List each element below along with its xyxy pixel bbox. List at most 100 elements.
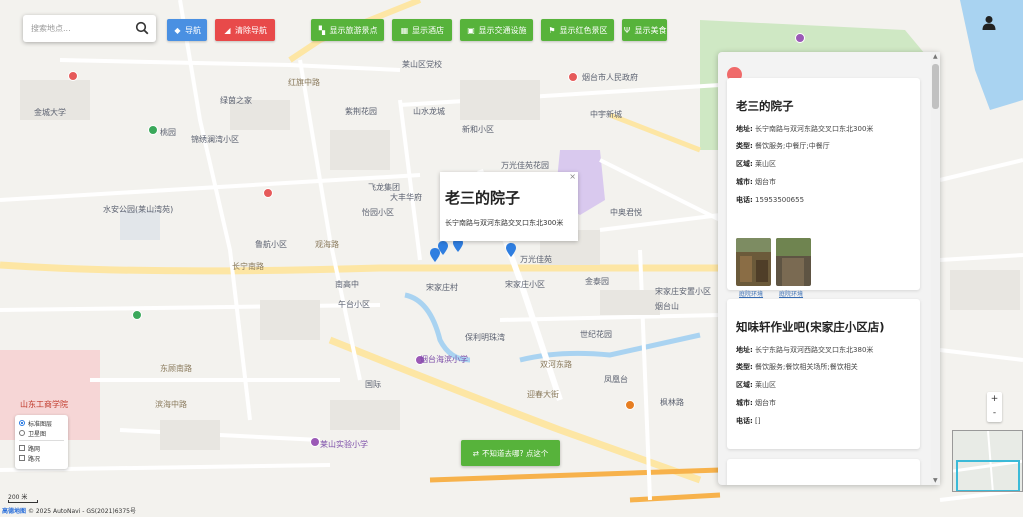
map-label: 南高中 <box>335 280 359 289</box>
photo-caption[interactable]: 庭院环境 <box>779 289 803 298</box>
radio-icon[interactable] <box>19 430 25 436</box>
map-copyright: 高德地图 © 2025 AutoNavi - GS(2021)6375号 <box>2 508 136 515</box>
checkbox-icon[interactable] <box>19 455 25 461</box>
poi-marker[interactable] <box>310 437 320 447</box>
photo-caption[interactable]: 庭院环境 <box>739 289 763 298</box>
show-hotel-button[interactable]: ▦ 显示酒店 <box>392 19 452 41</box>
map-label: 枫林路 <box>660 398 684 407</box>
bus-icon: ▣ <box>467 25 475 35</box>
card-address: 长宁南路与双河东路交叉口东北300米 <box>755 125 874 133</box>
card-title: 知味轩作业吧(宋家庄小区店) <box>736 320 885 334</box>
map-label: 绿茵之家 <box>220 96 252 105</box>
map-label: 金城大学 <box>34 108 66 117</box>
zoom-out-button[interactable]: - <box>987 406 1002 420</box>
layer-option-satellite[interactable]: 卫星图 <box>19 428 64 438</box>
result-card[interactable]: 知味轩作业吧(宋家庄小区店) 地址: 长宁东路与双河西路交叉口东北380米 类型… <box>727 299 920 449</box>
map-label: 宋家庄安置小区 <box>655 287 711 296</box>
overview-map[interactable] <box>952 430 1023 492</box>
map-label: 烟台市人民政府 <box>582 73 638 82</box>
zoom-control: + - <box>987 392 1002 422</box>
card-city: 烟台市 <box>755 399 777 407</box>
photo-thumbnail[interactable] <box>736 238 771 286</box>
scroll-down-icon[interactable]: ▼ <box>933 477 938 484</box>
map-label: 国际 <box>365 380 381 389</box>
search-input[interactable] <box>31 24 131 33</box>
amap-logo: 高德地图 <box>2 508 27 515</box>
card-phone: [] <box>755 417 761 425</box>
place-info-popup: × 老三的院子 长宁南路与双河东路交叉口东北300米 <box>440 172 578 241</box>
show-scenic-button[interactable]: ▚ 显示旅游景点 <box>311 19 384 41</box>
map-label: 水安公园(莱山湾苑) <box>103 205 174 214</box>
poi-marker[interactable] <box>263 188 273 198</box>
overview-viewport[interactable] <box>956 460 1020 491</box>
map-label: 山水龙城 <box>413 107 445 116</box>
map-label: 山东工商学院 <box>20 400 68 409</box>
poi-marker[interactable] <box>568 72 578 82</box>
map-label: 紫荆花园 <box>345 107 377 116</box>
poi-marker[interactable] <box>68 71 78 81</box>
card-city: 烟台市 <box>755 178 777 186</box>
map-label: 宋家庄村 <box>426 283 458 292</box>
map-scale: 200 米 <box>8 492 38 503</box>
random-suggestion-button[interactable]: ⇄ 不知道去哪? 点这个 <box>461 440 560 466</box>
popup-title: 老三的院子 <box>445 189 521 207</box>
poi-marker[interactable] <box>795 33 805 43</box>
map-label: 保利明珠湾 <box>465 333 505 342</box>
direction-icon: ◆ <box>174 25 181 35</box>
map-label: 滨海中路 <box>155 400 187 409</box>
panel-scrollbar[interactable]: ▲ ▼ <box>931 52 940 485</box>
location-pin-icon[interactable] <box>438 241 448 255</box>
card-address: 长宁东路与双河西路交叉口东北380米 <box>755 346 874 354</box>
map-label: 莱山区党校 <box>402 60 442 69</box>
zoom-in-button[interactable]: + <box>987 392 1002 406</box>
photo-thumbnail[interactable] <box>776 238 811 286</box>
result-card[interactable] <box>727 459 920 485</box>
card-title: 老三的院子 <box>736 99 794 113</box>
radio-icon[interactable] <box>19 420 25 426</box>
user-icon[interactable] <box>982 15 996 31</box>
layer-option-traffic[interactable]: 路况 <box>19 453 64 463</box>
utensils-icon: Ψ <box>623 25 631 35</box>
results-panel: 老三的院子 地址: 长宁南路与双河东路交叉口东北300米 类型: 餐饮服务;中餐… <box>718 52 940 485</box>
close-icon[interactable]: × <box>569 172 576 181</box>
clear-navigation-button[interactable]: ◢ 清除导航 <box>215 19 275 41</box>
scroll-up-icon[interactable]: ▲ <box>933 53 938 60</box>
card-phone: 15953500655 <box>755 196 805 204</box>
card-district: 莱山区 <box>755 381 777 389</box>
map-label: 桃园 <box>160 128 176 137</box>
result-card[interactable]: 老三的院子 地址: 长宁南路与双河东路交叉口东北300米 类型: 餐饮服务;中餐… <box>727 78 920 298</box>
map-label: 世纪花园 <box>580 330 612 339</box>
map-label: 观海路 <box>315 240 339 249</box>
layer-option-roadnet[interactable]: 路网 <box>19 443 64 453</box>
show-food-button[interactable]: Ψ 显示美食 <box>622 19 667 41</box>
show-transit-button[interactable]: ▣ 显示交通设施 <box>460 19 533 41</box>
navigate-button[interactable]: ◆ 导航 <box>167 19 207 41</box>
map-label: 烟台山 <box>655 302 679 311</box>
map-label: 锦绣澜湾小区 <box>191 135 239 144</box>
location-pin-icon[interactable] <box>506 243 516 257</box>
map-label: 大丰华府 <box>390 193 422 202</box>
search-box <box>23 15 156 42</box>
map-label: 长宁南路 <box>232 262 264 271</box>
map-label: 万光佳苑花园 <box>501 161 549 170</box>
scrollbar-thumb[interactable] <box>932 64 939 109</box>
layer-option-standard[interactable]: 标准图层 <box>19 418 64 428</box>
building-icon: ▦ <box>400 25 409 35</box>
map-label: 双河东路 <box>540 360 572 369</box>
poi-marker[interactable] <box>132 310 142 320</box>
show-red-sites-button[interactable]: ⚑ 显示红色景区 <box>541 19 614 41</box>
layer-switcher: 标准图层 卫星图 路网 路况 <box>15 415 68 469</box>
map-label: 飞龙集团 <box>368 183 400 192</box>
flag-icon: ⚑ <box>548 25 556 35</box>
search-icon[interactable] <box>135 21 149 35</box>
map-label: 中宇新城 <box>590 110 622 119</box>
checkbox-icon[interactable] <box>19 445 25 451</box>
poi-marker[interactable] <box>148 125 158 135</box>
card-district: 莱山区 <box>755 160 777 168</box>
map-label: 凤凰台 <box>604 375 628 384</box>
map-label: 新和小区 <box>462 125 494 134</box>
map-label: 金泰园 <box>585 277 609 286</box>
card-type: 餐饮服务;餐饮相关场所;餐饮相关 <box>755 363 858 371</box>
poi-marker[interactable] <box>625 400 635 410</box>
map-label: 莱山实验小学 <box>320 440 368 449</box>
